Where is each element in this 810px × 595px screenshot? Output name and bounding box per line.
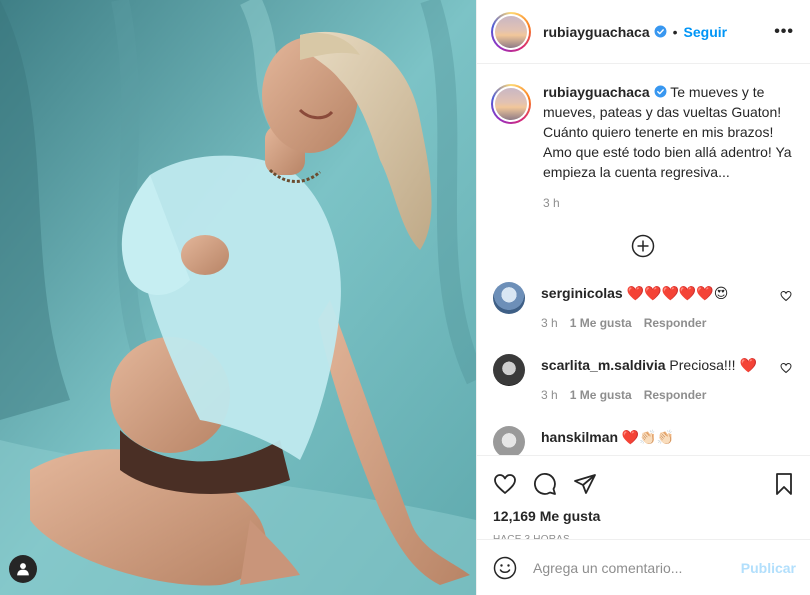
author-username[interactable]: rubiayguachaca bbox=[543, 24, 650, 40]
caption-author-avatar[interactable] bbox=[491, 84, 531, 124]
comment-likes[interactable]: 1 Me gusta bbox=[570, 388, 632, 402]
comment-like-heart-icon[interactable] bbox=[780, 362, 792, 374]
reply-button[interactable]: Responder bbox=[644, 316, 707, 330]
comment-meta: 3 h 1 Me gusta Responder bbox=[541, 388, 771, 402]
reply-button[interactable]: Responder bbox=[644, 388, 707, 402]
comment-meta: 3 h 1 Me gusta Responder bbox=[541, 316, 771, 330]
comment-text-line: scarlita_m.saldivia Preciosa!!! ❤️ bbox=[541, 356, 771, 374]
post-side-panel: rubiayguachaca • Seguir ••• rubiayguacha… bbox=[476, 0, 810, 595]
comment-item: scarlita_m.saldivia Preciosa!!! ❤️ 3 h 1… bbox=[491, 352, 794, 402]
caption-text-block: rubiayguachaca Te mueves y te mueves, pa… bbox=[543, 82, 794, 182]
commenter-username[interactable]: scarlita_m.saldivia bbox=[541, 357, 666, 373]
comment-item: serginicolas ❤️❤️❤️❤️❤️😍 3 h 1 Me gusta … bbox=[491, 280, 794, 330]
comments-section: rubiayguachaca Te mueves y te mueves, pa… bbox=[477, 64, 810, 455]
post-caption: rubiayguachaca Te mueves y te mueves, pa… bbox=[491, 82, 794, 182]
commenter-avatar[interactable] bbox=[493, 426, 525, 455]
comment-likes[interactable]: 1 Me gusta bbox=[570, 316, 632, 330]
commenter-username[interactable]: serginicolas bbox=[541, 285, 623, 301]
person-tag-icon[interactable] bbox=[9, 555, 37, 583]
post-photo[interactable] bbox=[0, 0, 476, 595]
save-bookmark-icon[interactable] bbox=[772, 472, 796, 496]
comment-item: hanskilman ❤️👏🏻👏🏻 bbox=[491, 424, 794, 455]
caption-verified-badge-icon bbox=[654, 85, 667, 98]
add-comment-bar: Publicar bbox=[477, 539, 810, 595]
comment-text-line: hanskilman ❤️👏🏻👏🏻 bbox=[541, 428, 771, 446]
comment-bubble-icon[interactable] bbox=[533, 472, 557, 496]
photo-illustration bbox=[0, 0, 476, 595]
header-separator: • bbox=[672, 23, 678, 40]
comment-input[interactable] bbox=[533, 559, 741, 576]
more-options-icon[interactable]: ••• bbox=[774, 23, 794, 41]
verified-badge-icon bbox=[654, 25, 667, 38]
comment-text: ❤️❤️❤️❤️❤️😍 bbox=[626, 285, 729, 301]
author-avatar[interactable] bbox=[491, 11, 531, 52]
publish-button[interactable]: Publicar bbox=[741, 560, 796, 576]
comment-like-heart-icon[interactable] bbox=[780, 290, 792, 302]
caption-timestamp: 3 h bbox=[543, 196, 560, 210]
comment-text-line: serginicolas ❤️❤️❤️❤️❤️😍 bbox=[541, 284, 771, 302]
comment-text: ❤️👏🏻👏🏻 bbox=[621, 429, 675, 445]
commenter-username[interactable]: hanskilman bbox=[541, 429, 618, 445]
comment-time[interactable]: 3 h bbox=[541, 388, 558, 402]
plus-circle-icon[interactable] bbox=[631, 234, 655, 258]
instagram-post: rubiayguachaca • Seguir ••• rubiayguacha… bbox=[0, 0, 810, 595]
commenter-avatar[interactable] bbox=[493, 354, 525, 386]
like-heart-icon[interactable] bbox=[493, 472, 517, 496]
caption-username[interactable]: rubiayguachaca bbox=[543, 84, 650, 100]
comment-text: Preciosa!!! ❤️ bbox=[669, 357, 757, 373]
post-header: rubiayguachaca • Seguir ••• bbox=[477, 0, 810, 64]
load-more-comments-button[interactable] bbox=[491, 234, 794, 258]
commenter-avatar[interactable] bbox=[493, 282, 525, 314]
action-icons-row bbox=[493, 472, 796, 496]
likes-count[interactable]: 12,169 Me gusta bbox=[493, 508, 796, 524]
share-paper-plane-icon[interactable] bbox=[573, 472, 597, 496]
comment-time[interactable]: 3 h bbox=[541, 316, 558, 330]
emoji-smiley-icon[interactable] bbox=[493, 556, 517, 580]
follow-button[interactable]: Seguir bbox=[684, 24, 728, 40]
